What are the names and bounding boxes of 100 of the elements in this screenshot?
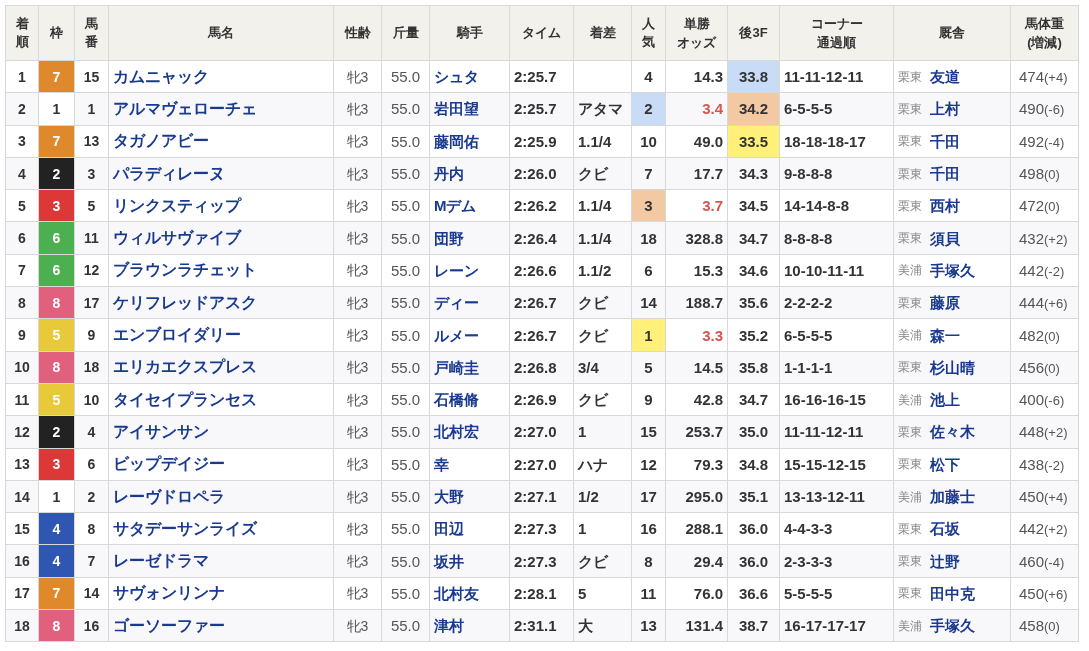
trainer-link[interactable]: 杉山晴 <box>930 359 975 375</box>
horse-number-cell: 15 <box>74 60 109 93</box>
trainer-link[interactable]: 須貝 <box>930 230 960 246</box>
column-header: 馬体重 <box>1023 14 1065 33</box>
body-weight-text: 498 <box>1019 166 1045 182</box>
finish-cell: 7 <box>5 254 39 287</box>
last-3f-cell: 34.2 <box>727 92 780 126</box>
trainer-link[interactable]: 手塚久 <box>930 262 975 278</box>
region-label: 栗東 <box>898 232 922 245</box>
body-weight-text: 438 <box>1019 456 1045 472</box>
corner-order-cell: 6-5-5-5 <box>779 92 894 126</box>
weight-cell: 55.0 <box>381 383 430 416</box>
weight-change-text: (0) <box>1044 168 1060 182</box>
weight-change-text: (+6) <box>1044 297 1068 311</box>
trainer-link[interactable]: 千田 <box>930 166 960 182</box>
sex-age-cell: 牝3 <box>333 222 382 255</box>
trainer-link[interactable]: 友道 <box>930 69 960 85</box>
margin-cell: 1.1/4 <box>573 125 632 158</box>
odds-cell: 15.3 <box>665 254 728 287</box>
body-weight-text: 492 <box>1019 133 1045 149</box>
margin-cell: 1 <box>573 415 632 449</box>
horse-number-cell: 8 <box>74 512 109 545</box>
margin-cell: クビ <box>573 544 632 578</box>
sex-age-cell: 牝3 <box>333 609 382 642</box>
weight-cell: 55.0 <box>381 415 430 449</box>
trainer-link[interactable]: 池上 <box>930 392 960 408</box>
margin-cell: 5 <box>573 577 632 610</box>
weight-cell: 55.0 <box>381 609 430 642</box>
sex-age-cell: 牝3 <box>333 125 382 158</box>
popularity-cell: 4 <box>631 60 666 93</box>
column-header: 人気 <box>642 14 655 51</box>
region-label: 栗東 <box>898 522 922 535</box>
jockey-link[interactable]: 坂井 <box>434 552 464 570</box>
odds-cell: 29.4 <box>665 544 728 578</box>
column-header: タイム <box>522 25 561 41</box>
horse-number-cell: 2 <box>74 480 109 513</box>
trainer-link[interactable]: 石坂 <box>930 521 960 537</box>
trainer-link[interactable]: 佐々木 <box>930 424 975 440</box>
margin-cell: 1.1/2 <box>573 254 632 287</box>
sex-age-cell: 牝3 <box>333 512 382 545</box>
sex-age-cell: 牝3 <box>333 318 382 352</box>
odds-cell: 253.7 <box>665 415 728 449</box>
trainer-link[interactable]: 藤原 <box>930 295 960 311</box>
odds-cell: 3.7 <box>665 189 728 222</box>
finish-cell: 8 <box>5 286 39 319</box>
trainer-link[interactable]: 千田 <box>930 133 960 149</box>
finish-cell: 14 <box>5 480 39 513</box>
body-weight-text: 450 <box>1019 585 1045 601</box>
sex-age-cell: 牝3 <box>333 92 382 126</box>
column-header: 厩舎 <box>939 25 965 41</box>
popularity-cell: 9 <box>631 383 666 416</box>
corner-order-cell: 16-17-17-17 <box>779 609 894 642</box>
last-3f-cell: 33.5 <box>727 125 780 158</box>
trainer-link[interactable]: 西村 <box>930 198 960 214</box>
weight-change-text: (-6) <box>1044 103 1065 117</box>
last-3f-cell: 33.8 <box>727 60 780 93</box>
column-header: 馬番 <box>85 14 98 51</box>
trainer-link[interactable]: 上村 <box>930 101 960 117</box>
trainer-link[interactable]: 田中克 <box>930 585 975 601</box>
odds-cell: 79.3 <box>665 448 728 481</box>
popularity-cell: 6 <box>631 254 666 287</box>
sex-age-cell: 牝3 <box>333 286 382 319</box>
trainer-link[interactable]: 松下 <box>930 456 960 472</box>
column-header: 騎手 <box>456 25 483 41</box>
time-cell: 2:27.0 <box>509 415 574 449</box>
region-label: 栗東 <box>898 555 922 568</box>
margin-cell: ハナ <box>573 448 632 481</box>
weight-change-text: (0) <box>1044 200 1060 214</box>
weight-cell: 55.0 <box>381 92 430 126</box>
trainer-link[interactable]: 辻野 <box>930 553 960 569</box>
weight-change-text: (0) <box>1044 620 1060 634</box>
jockey-link[interactable]: 幸 <box>434 455 449 473</box>
time-cell: 2:28.1 <box>509 577 574 610</box>
last-3f-cell: 35.6 <box>727 286 780 319</box>
trainer-link[interactable]: 加藤士 <box>930 489 975 504</box>
time-cell: 2:27.1 <box>509 480 574 513</box>
corner-order-cell: 14-14-8-8 <box>779 189 894 222</box>
body-weight-text: 442 <box>1019 262 1045 278</box>
trainer-link[interactable]: 手塚久 <box>930 618 975 634</box>
jockey-link[interactable]: 大野 <box>434 488 464 505</box>
weight-change-text: (+6) <box>1044 587 1068 601</box>
region-label: 美浦 <box>898 619 922 632</box>
last-3f-cell: 34.7 <box>727 383 780 416</box>
sex-age-cell: 牝3 <box>333 189 382 222</box>
region-label: 栗東 <box>898 70 922 83</box>
time-cell: 2:26.7 <box>509 286 574 319</box>
region-label: 栗東 <box>898 425 922 438</box>
horse-number-cell: 1 <box>74 92 109 126</box>
odds-cell: 295.0 <box>665 480 728 513</box>
weight-change-text: (-6) <box>1044 394 1065 408</box>
corner-order-cell: 2-2-2-2 <box>779 286 894 319</box>
finish-cell: 1 <box>5 60 39 93</box>
margin-cell: 1/2 <box>573 480 632 513</box>
weight-cell: 55.0 <box>381 286 430 319</box>
popularity-cell: 11 <box>631 577 666 610</box>
weight-change-text: (0) <box>1044 329 1060 343</box>
region-label: 栗東 <box>898 102 922 115</box>
region-label: 美浦 <box>898 264 922 277</box>
trainer-link[interactable]: 森一 <box>930 327 960 343</box>
odds-cell: 42.8 <box>665 383 728 416</box>
